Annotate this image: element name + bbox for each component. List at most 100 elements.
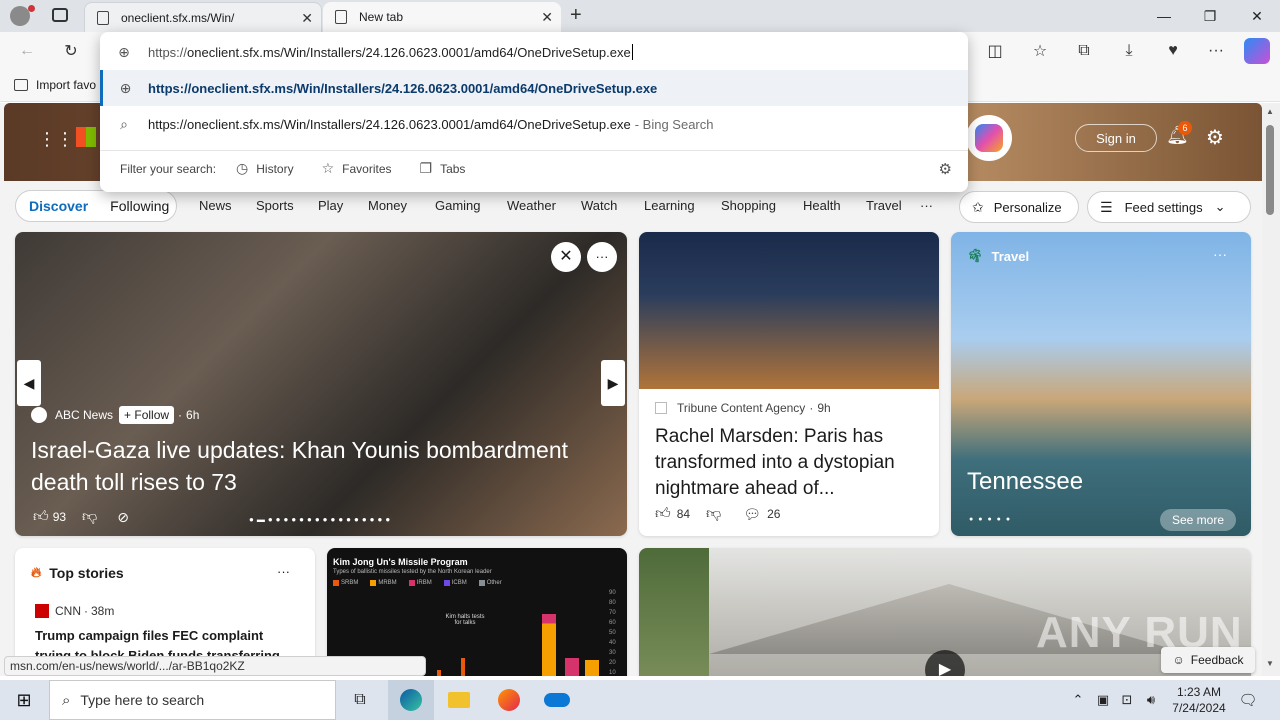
nav-money[interactable]: Money (368, 198, 407, 213)
nav-health[interactable]: Health (803, 198, 841, 213)
device-icon[interactable]: ▣ (1092, 680, 1114, 720)
maximize-button[interactable]: ❐ (1187, 0, 1233, 32)
more-options-icon[interactable]: ··· (587, 242, 617, 272)
card-age: 9h (817, 401, 831, 415)
comment-icon[interactable]: 💬︎ (743, 506, 761, 523)
tab-actions-icon[interactable] (52, 8, 68, 22)
card-source: Tribune Content Agency (677, 401, 806, 415)
feedback-button[interactable]: ☺ Feedback (1161, 647, 1255, 673)
filter-favorites[interactable]: ☆ Favorites (322, 160, 392, 177)
suggestion-search[interactable]: ⌕ https://oneclient.sfx.ms/Win/Installer… (100, 106, 968, 142)
close-window-button[interactable]: ✕ (1234, 0, 1280, 32)
firefox-icon[interactable] (486, 680, 532, 720)
more-options-icon[interactable]: ··· (277, 564, 290, 579)
copilot-icon[interactable] (1244, 38, 1270, 64)
card-source-row: Tribune Content Agency · 9h (655, 401, 831, 415)
more-icon[interactable]: ··· (1203, 38, 1229, 64)
hide-story-icon[interactable]: ⊘ (117, 509, 129, 526)
gear-icon[interactable]: ⚙ (1206, 125, 1224, 150)
card-headline[interactable]: Rachel Marsden: Paris has transformed in… (655, 424, 927, 502)
tab-oneclient[interactable]: oneclient.sfx.ms/Win/ ✕ (84, 2, 322, 32)
travel-label: Travel (991, 248, 1030, 264)
close-icon[interactable]: ✕ (541, 9, 553, 26)
tab-discover[interactable]: Discover (29, 198, 88, 214)
tab-new-tab[interactable]: New tab ✕ (323, 2, 561, 32)
scrollbar[interactable]: ▲ ▼ (1262, 103, 1280, 676)
follow-button[interactable]: + Follow (119, 406, 175, 424)
close-icon[interactable]: ✕ (551, 242, 581, 272)
tree-image (639, 548, 709, 676)
more-options-icon[interactable]: ··· (1213, 246, 1227, 262)
settings-sliders-icon: ☰ (1100, 198, 1113, 215)
nav-travel[interactable]: Travel (866, 198, 902, 213)
suggestion-suffix: - Bing Search (634, 116, 714, 132)
nav-more-icon[interactable]: ··· (920, 198, 933, 213)
thumbs-down-icon[interactable]: 👎︎ (706, 505, 721, 523)
split-screen-icon[interactable]: ◫ (982, 38, 1008, 64)
nav-watch[interactable]: Watch (581, 198, 617, 213)
tab-title: oneclient.sfx.ms/Win/ (121, 10, 235, 25)
performance-icon[interactable]: ♥ (1160, 38, 1186, 64)
network-icon[interactable]: ⊡ (1116, 680, 1138, 720)
gear-icon[interactable]: ⚙ (939, 160, 952, 178)
news-card[interactable]: Tribune Content Agency · 9h Rachel Marsd… (639, 232, 939, 536)
nav-learning[interactable]: Learning (644, 198, 695, 213)
see-more-button[interactable]: See more (1160, 509, 1236, 531)
nav-shopping[interactable]: Shopping (721, 198, 776, 213)
import-favorites-item[interactable]: Import favo (14, 78, 96, 92)
minimize-button[interactable]: — (1141, 0, 1187, 32)
sign-in-button[interactable]: Sign in (1075, 124, 1157, 152)
start-button[interactable]: ⊞ (0, 680, 48, 720)
notification-center-icon[interactable]: 🗨︎ (1236, 680, 1260, 720)
favorites-icon[interactable]: ☆ (1027, 38, 1053, 64)
tab-following[interactable]: Following (110, 198, 169, 214)
feed-settings-button[interactable]: ☰ Feed settings ⌄ (1087, 191, 1251, 223)
thumbs-up-icon[interactable]: 👍︎ (33, 508, 49, 526)
nav-play[interactable]: Play (318, 198, 343, 213)
suggestion-url[interactable]: ⊕ https://oneclient.sfx.ms/Win/Installer… (100, 70, 968, 106)
profile-icon[interactable] (10, 6, 30, 26)
close-icon[interactable]: ✕ (301, 10, 313, 27)
refresh-icon[interactable]: ↻ (58, 38, 84, 64)
filter-history[interactable]: ◷ History (236, 160, 294, 177)
scroll-thumb[interactable] (1266, 125, 1274, 215)
edge-icon[interactable] (388, 680, 434, 720)
collections-icon[interactable]: ⧉ (1071, 38, 1097, 64)
hero-headline[interactable]: Israel-Gaza live updates: Khan Younis bo… (31, 434, 611, 498)
nav-news[interactable]: News (199, 198, 232, 213)
thumbs-up-icon[interactable]: 👍︎ (655, 505, 671, 523)
volume-icon[interactable]: 🔊︎ (1140, 680, 1162, 720)
nav-sports[interactable]: Sports (256, 198, 294, 213)
carousel-next-button[interactable]: ▶ (601, 360, 625, 406)
tab-title: New tab (359, 10, 404, 24)
travel-card[interactable]: 🌴︎ Travel ··· Tennessee ●●●●● See more (951, 232, 1251, 536)
thumbs-down-icon[interactable]: 👎︎ (82, 508, 97, 526)
filter-tabs[interactable]: ❐ Tabs (420, 160, 466, 177)
nav-weather[interactable]: Weather (507, 198, 556, 213)
tray-chevron-icon[interactable]: ⌃ (1068, 680, 1088, 720)
copilot-page-icon[interactable] (966, 115, 1012, 161)
task-view-icon[interactable]: ⧉ (340, 680, 380, 720)
abc-news-logo (31, 407, 47, 423)
onedrive-icon[interactable] (534, 680, 580, 720)
filter-label: Filter your search: (120, 161, 217, 176)
address-input[interactable]: oneclient.sfx.ms/Win/Installers/24.126.0… (187, 45, 631, 60)
new-tab-button[interactable]: + (570, 4, 582, 27)
nav-gaming[interactable]: Gaming (435, 198, 481, 213)
y-tick: 60 (609, 620, 616, 626)
hero-card[interactable]: ✕ ··· ◀ ▶ ABC News + Follow · 6h Israel-… (15, 232, 627, 536)
chart-legend: SRBM MRBM IRBM ICBM Other (333, 580, 502, 586)
clock[interactable]: 1:23 AM 7/24/2024 (1166, 680, 1232, 720)
back-icon[interactable]: ← (14, 38, 40, 64)
taskbar-search[interactable]: ⌕ Type here to search (49, 680, 336, 720)
downloads-icon[interactable]: ⤓ (1116, 38, 1142, 64)
clock-date: 7/24/2024 (1172, 701, 1226, 715)
personalize-button[interactable]: ✩ Personalize (959, 191, 1079, 223)
carousel-prev-button[interactable]: ◀ (17, 360, 41, 406)
scroll-up-icon[interactable]: ▲ (1266, 107, 1274, 116)
address-bar[interactable]: ⊕ https://oneclient.sfx.ms/Win/Installer… (100, 34, 968, 70)
file-explorer-icon[interactable] (436, 680, 482, 720)
scroll-down-icon[interactable]: ▼ (1266, 659, 1274, 668)
import-favorites-label: Import favo (36, 78, 97, 92)
y-tick: 70 (609, 610, 616, 616)
